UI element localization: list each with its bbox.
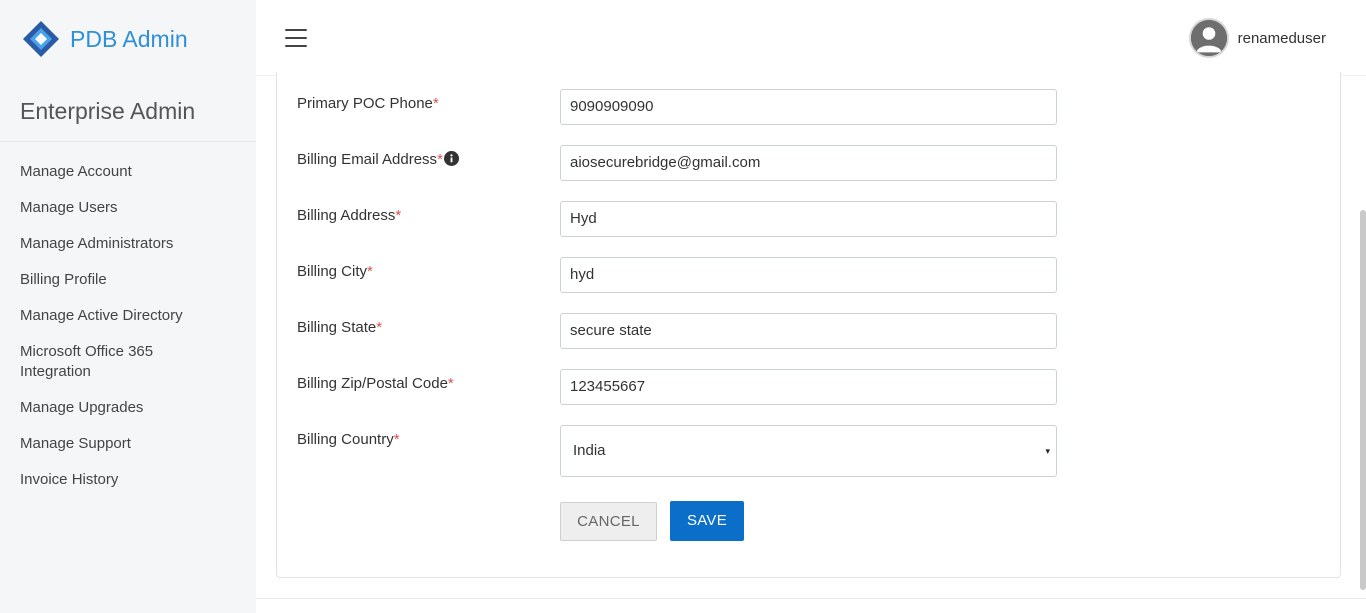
chevron-down-icon: ▾ xyxy=(1045,446,1050,456)
required-marker: * xyxy=(395,207,402,224)
sidebar-item-manage-upgrades[interactable]: Manage Upgrades xyxy=(0,398,256,418)
sidebar-nav: Manage Account Manage Users Manage Admin… xyxy=(0,142,256,490)
save-button[interactable]: SAVE xyxy=(670,501,744,541)
username: renameduser xyxy=(1237,29,1326,47)
billing-zip-label: Billing Zip/Postal Code* xyxy=(297,375,454,392)
user-menu[interactable]: renameduser xyxy=(1188,18,1326,58)
billing-country-value: India xyxy=(573,442,606,459)
sidebar-item-invoice-history[interactable]: Invoice History xyxy=(0,470,256,490)
billing-email-label: Billing Email Address* xyxy=(297,151,459,168)
sidebar-item-billing-profile[interactable]: Billing Profile xyxy=(0,270,256,290)
billing-address-label: Billing Address* xyxy=(297,207,402,224)
brand-name: PDB Admin xyxy=(70,25,188,52)
billing-zip-input[interactable]: 123455667 xyxy=(560,369,1057,405)
sidebar: PDB Admin Enterprise Admin Manage Accoun… xyxy=(0,0,256,613)
diamond-logo-icon xyxy=(22,20,60,58)
billing-address-input[interactable]: Hyd xyxy=(560,201,1057,237)
hamburger-menu-icon[interactable] xyxy=(285,29,307,47)
poc-phone-input[interactable]: 9090909090 xyxy=(560,89,1057,125)
billing-city-label: Billing City* xyxy=(297,263,373,280)
required-marker: * xyxy=(432,95,439,112)
main-content: Primary POC Phone* 9090909090 Billing Em… xyxy=(256,72,1366,613)
user-avatar-icon xyxy=(1188,18,1229,58)
billing-country-label: Billing Country* xyxy=(297,431,400,448)
required-marker: * xyxy=(367,263,373,280)
sidebar-item-manage-account[interactable]: Manage Account xyxy=(0,162,256,182)
sidebar-item-manage-active-directory[interactable]: Manage Active Directory xyxy=(0,306,256,326)
cancel-button[interactable]: CANCEL xyxy=(560,502,657,541)
billing-city-input[interactable]: hyd xyxy=(560,257,1057,293)
billing-state-label: Billing State* xyxy=(297,319,383,336)
sidebar-item-manage-administrators[interactable]: Manage Administrators xyxy=(0,234,256,254)
required-marker: * xyxy=(393,431,400,448)
poc-phone-label: Primary POC Phone* xyxy=(297,95,439,112)
sidebar-item-label: Microsoft Office 365 xyxy=(20,343,154,360)
footer-divider xyxy=(256,598,1366,599)
sidebar-item-label-line2: Integration xyxy=(20,363,91,380)
required-marker: * xyxy=(447,375,454,392)
billing-email-input[interactable]: aiosecurebridge@gmail.com xyxy=(560,145,1057,181)
billing-state-input[interactable]: secure state xyxy=(560,313,1057,349)
required-marker: * xyxy=(376,319,383,336)
sidebar-item-manage-support[interactable]: Manage Support xyxy=(0,434,256,454)
sidebar-section-title: Enterprise Admin xyxy=(0,78,256,142)
billing-profile-form: Primary POC Phone* 9090909090 Billing Em… xyxy=(276,72,1341,578)
top-header: renameduser xyxy=(256,0,1366,76)
sidebar-item-office365-integration[interactable]: Microsoft Office 365 Integration xyxy=(0,342,256,382)
required-marker: * xyxy=(437,151,443,168)
billing-country-select[interactable]: India ▾ xyxy=(560,425,1057,477)
info-circle-icon[interactable] xyxy=(443,151,459,166)
sidebar-item-manage-users[interactable]: Manage Users xyxy=(0,198,256,218)
page-scrollbar[interactable] xyxy=(1360,210,1366,590)
brand[interactable]: PDB Admin xyxy=(0,0,256,78)
